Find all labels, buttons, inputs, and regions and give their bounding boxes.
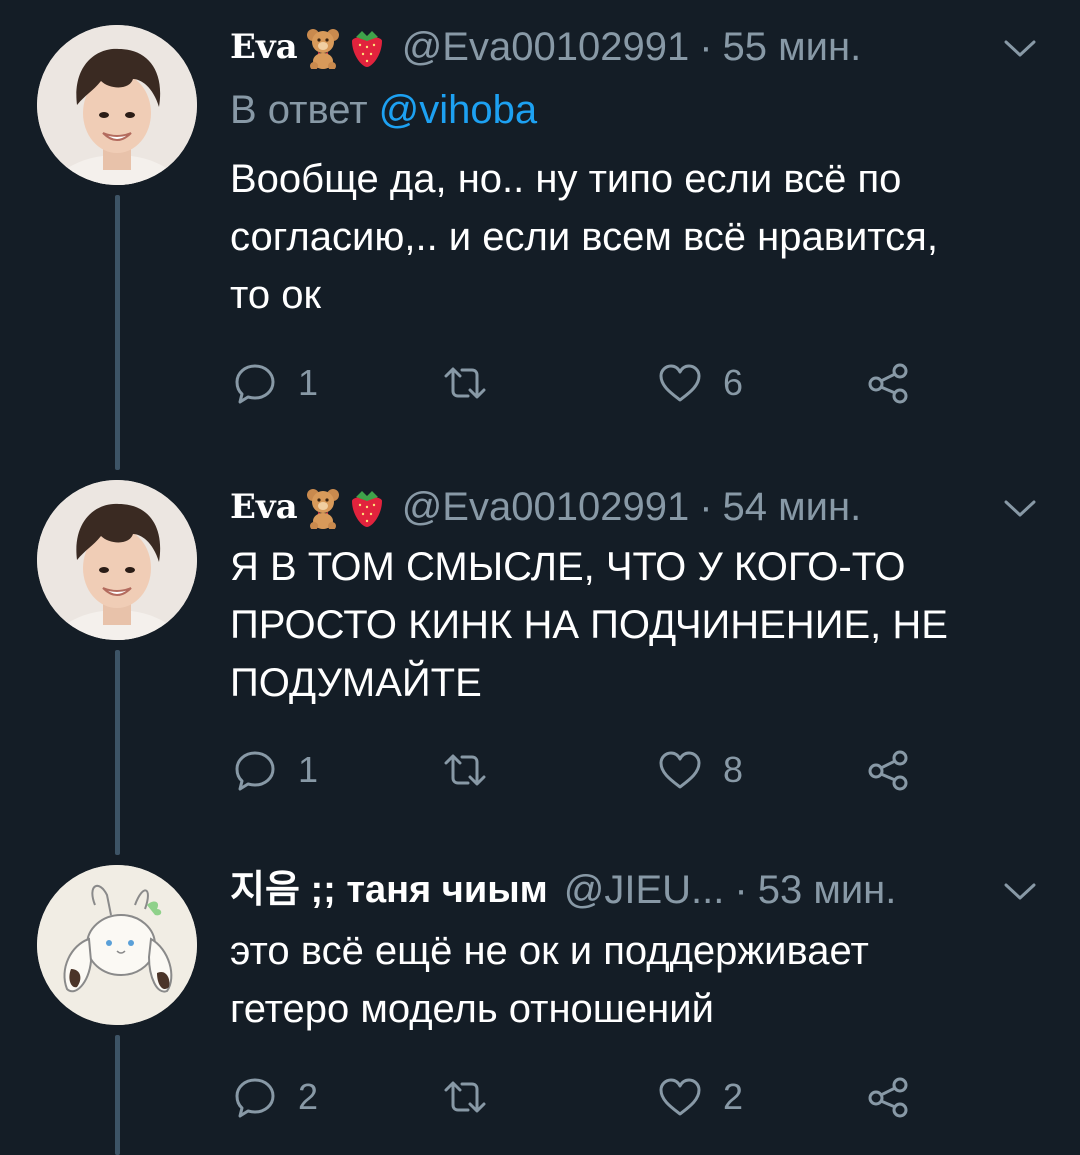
bunny-drawing-avatar [37,865,197,1025]
retweet-icon [444,367,486,399]
like-count: 6 [723,362,744,403]
like-count: 8 [723,749,744,790]
reply-count: 1 [298,362,319,403]
strawberry-icon [348,485,386,529]
retweet-button[interactable] [442,745,508,795]
tweet-header: 지음 ;; таня чиым @JIEU... · 53 мин. [230,865,1040,915]
avatar[interactable] [37,480,197,640]
share-icon [868,363,908,404]
retweet-button[interactable] [442,358,508,408]
user-handle[interactable]: @Eva00102991 [402,22,690,72]
timestamp[interactable]: 55 мин. [723,22,862,72]
heart-icon [659,1078,701,1116]
like-button[interactable]: 2 [657,1072,743,1122]
reply-icon [235,751,275,791]
thread-line [115,650,120,855]
reply-context: В ответ @vihoba [230,85,537,135]
thread-line [115,1035,120,1155]
retweet-button[interactable] [442,1072,508,1122]
avatar-photo [37,480,197,640]
reply-button[interactable]: 1 [232,745,318,795]
tweet-header: Eva @Eva00102991 · 54 мин. [230,482,1040,532]
reply-count: 2 [298,1076,319,1117]
tweet-header: Eva @Eva00102991 · 55 мин. [230,22,1040,72]
chevron-down-icon[interactable] [1000,871,1040,911]
teddy-bear-icon [304,25,342,70]
reply-button[interactable]: 1 [232,358,318,408]
like-count: 2 [723,1076,744,1117]
separator-dot: · [699,25,713,69]
strawberry-icon [348,25,386,69]
display-name[interactable]: Eva [230,22,298,72]
tweet-text: Вообще да, но.. ну типо если всё по согл… [230,157,938,317]
separator-dot: · [734,868,748,912]
tweet-text: Я В ТОМ СМЫСЛЕ, ЧТО У КОГО-ТО ПРОСТО КИН… [230,545,948,705]
heart-icon [659,751,701,789]
share-button[interactable] [866,1072,912,1122]
user-handle[interactable]: @Eva00102991 [402,482,690,532]
avatar[interactable] [37,25,197,185]
reply-mention-link[interactable]: @vihoba [379,88,537,132]
reply-icon [235,364,275,404]
reply-count: 1 [298,749,319,790]
retweet-icon [444,1081,486,1113]
thread-line [115,195,120,470]
display-name[interactable]: 지음 ;; таня чиым [230,865,548,915]
tweet-text: это всё ещё не ок и поддерживает гетеро … [230,929,869,1031]
share-button[interactable] [866,745,912,795]
share-icon [868,750,908,791]
heart-icon [659,364,701,402]
retweet-icon [444,754,486,786]
display-name[interactable]: Eva [230,482,298,532]
chevron-down-icon[interactable] [1000,488,1040,528]
share-icon [868,1077,908,1118]
like-button[interactable]: 6 [657,358,743,408]
reply-button[interactable]: 2 [232,1072,318,1122]
reply-icon [235,1078,275,1118]
avatar[interactable] [37,865,197,1025]
avatar-photo [37,25,197,185]
chevron-down-icon[interactable] [1000,28,1040,68]
like-button[interactable]: 8 [657,745,743,795]
timestamp[interactable]: 54 мин. [723,482,862,532]
user-handle[interactable]: @JIEU... [564,865,725,915]
timestamp[interactable]: 53 мин. [758,865,897,915]
share-button[interactable] [866,358,912,408]
reply-prefix: В ответ [230,88,368,132]
teddy-bear-icon [304,485,342,530]
separator-dot: · [699,485,713,529]
